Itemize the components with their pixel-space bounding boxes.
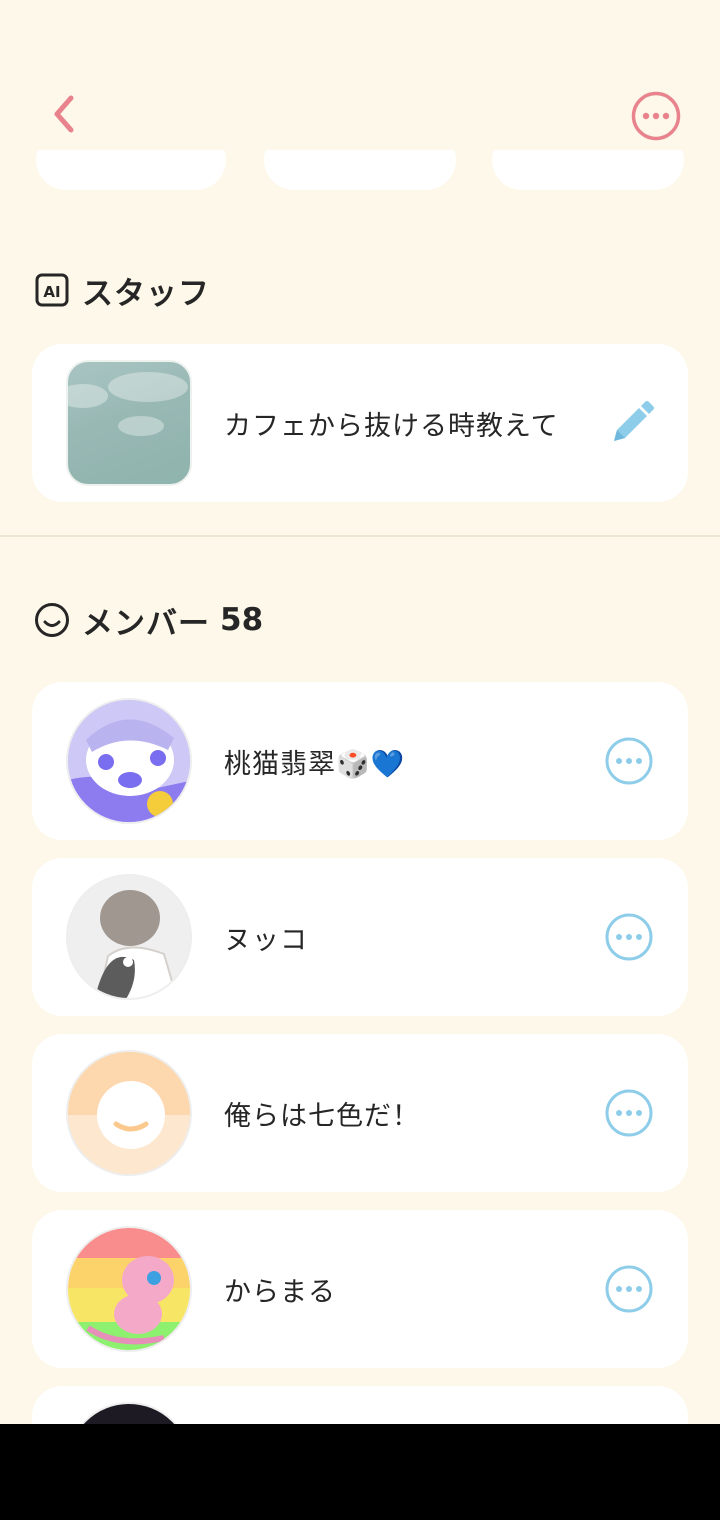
member-name: からまる [224, 1276, 336, 1308]
scrolled-tab-row [0, 150, 720, 192]
member-name: 桃猫翡翠🎲💙 [224, 748, 406, 780]
member-options-button[interactable] [604, 1264, 654, 1314]
staff-thumbnail [66, 360, 192, 486]
ellipsis-circle-icon [605, 737, 653, 785]
smile-icon [34, 602, 70, 638]
members-section-header: メンバー 58 [34, 598, 263, 642]
members-count: 58 [220, 602, 264, 638]
ellipsis-circle-icon [605, 913, 653, 961]
ai-badge-icon: AI [34, 272, 70, 308]
edit-button[interactable] [606, 397, 658, 449]
staff-title: スタッフ [82, 275, 210, 312]
back-button[interactable] [38, 88, 90, 140]
more-options-button[interactable] [630, 90, 682, 142]
ellipsis-circle-icon [605, 1265, 653, 1313]
member-avatar [66, 1226, 192, 1352]
member-name: ヌッコ [224, 924, 308, 956]
ellipsis-circle-icon [605, 1089, 653, 1137]
member-avatar [66, 874, 192, 1000]
scrolled-tab[interactable] [264, 150, 456, 190]
staff-label: カフェから抜ける時教えて [224, 410, 559, 442]
screen: AI スタッフ カフェから抜ける時教えて メンバー 58 桃猫翡翠🎲💙 ヌッコ … [0, 0, 720, 1424]
ai-badge-text: AI [43, 283, 60, 301]
scrolled-tab[interactable] [492, 150, 684, 190]
pencil-icon [614, 401, 654, 441]
member-avatar [66, 1050, 192, 1176]
members-title: メンバー [82, 605, 210, 642]
section-divider [0, 535, 720, 537]
staff-section-header: AI スタッフ [34, 268, 210, 312]
chevron-left-icon [54, 95, 74, 133]
member-row[interactable]: からまる [32, 1210, 688, 1368]
member-row[interactable]: 桃猫翡翠🎲💙 [32, 682, 688, 840]
member-avatar [66, 1402, 192, 1424]
member-options-button[interactable] [604, 1088, 654, 1138]
member-row[interactable]: 俺らは七色だ！ [32, 1034, 688, 1192]
member-row[interactable] [32, 1386, 688, 1424]
member-avatar [66, 698, 192, 824]
staff-card[interactable]: カフェから抜ける時教えて [32, 344, 688, 502]
ellipsis-circle-icon [631, 91, 681, 141]
member-row[interactable]: ヌッコ [32, 858, 688, 1016]
scrolled-tab[interactable] [36, 150, 226, 190]
system-navigation-bar [0, 1424, 720, 1520]
member-options-button[interactable] [604, 736, 654, 786]
member-name: 俺らは七色だ！ [224, 1100, 420, 1132]
member-options-button[interactable] [604, 912, 654, 962]
